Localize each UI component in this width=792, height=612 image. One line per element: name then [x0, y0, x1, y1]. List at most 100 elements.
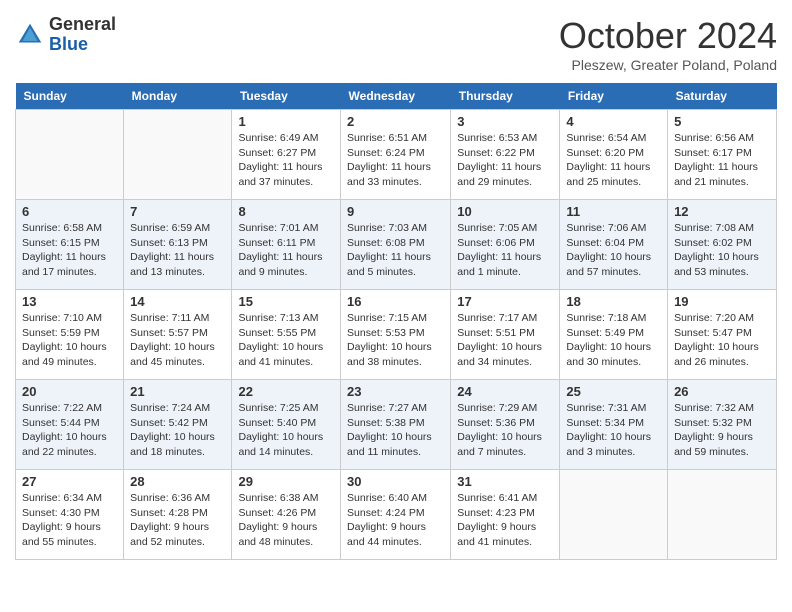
calendar-cell: 15 Sunrise: 7:13 AMSunset: 5:55 PMDayligh…: [232, 290, 341, 380]
day-info: Sunrise: 7:29 AMSunset: 5:36 PMDaylight:…: [457, 401, 553, 460]
calendar-week-row: 6Sunrise: 6:58 AMSunset: 6:15 PMDaylight…: [16, 200, 777, 290]
calendar-week-row: 27 Sunrise: 6:34 AMSunset: 4:30 PMDayligh…: [16, 470, 777, 560]
day-number: 31: [457, 474, 553, 489]
calendar-cell: 30Sunrise: 6:40 AMSunset: 4:24 PMDayligh…: [341, 470, 451, 560]
calendar-cell: 8Sunrise: 7:01 AMSunset: 6:11 PMDaylight…: [232, 200, 341, 290]
calendar-cell: 17Sunrise: 7:17 AMSunset: 5:51 PMDayligh…: [451, 290, 560, 380]
day-info: Sunrise: 6:49 AMSunset: 6:27 PMDaylight:…: [238, 131, 334, 190]
day-info: Sunrise: 7:08 AMSunset: 6:02 PMDaylight:…: [674, 221, 770, 280]
day-number: 24: [457, 384, 553, 399]
day-info: Sunrise: 7:32 AMSunset: 5:32 PMDaylight:…: [674, 401, 770, 460]
day-info: Sunrise: 7:13 AMSunset: 5:55 PMDaylight:…: [238, 311, 334, 370]
day-info: Sunrise: 6:54 AMSunset: 6:20 PMDaylight:…: [566, 131, 661, 190]
day-number: 15: [238, 294, 334, 309]
calendar-cell: 6Sunrise: 6:58 AMSunset: 6:15 PMDaylight…: [16, 200, 124, 290]
day-number: 25: [566, 384, 661, 399]
day-info: Sunrise: 7:03 AMSunset: 6:08 PMDaylight:…: [347, 221, 444, 280]
day-info: Sunrise: 7:22 AMSunset: 5:44 PMDaylight:…: [22, 401, 117, 460]
day-info: Sunrise: 6:38 AMSunset: 4:26 PMDaylight:…: [238, 491, 334, 550]
calendar-cell: 26 Sunrise: 7:32 AMSunset: 5:32 PMDayligh…: [668, 380, 777, 470]
calendar-cell: 23 Sunrise: 7:27 AMSunset: 5:38 PMDayligh…: [341, 380, 451, 470]
day-number: 10: [457, 204, 553, 219]
weekday-header-friday: Friday: [560, 83, 668, 110]
day-number: 26: [674, 384, 770, 399]
day-number: 1: [238, 114, 334, 129]
day-number: 19: [674, 294, 770, 309]
calendar-cell: 29Sunrise: 6:38 AMSunset: 4:26 PMDayligh…: [232, 470, 341, 560]
day-info: Sunrise: 6:34 AMSunset: 4:30 PMDaylight:…: [22, 491, 117, 550]
logo: General Blue: [15, 15, 116, 55]
day-info: Sunrise: 7:15 AMSunset: 5:53 PMDaylight:…: [347, 311, 444, 370]
calendar-cell: 19 Sunrise: 7:20 AMSunset: 5:47 PMDayligh…: [668, 290, 777, 380]
weekday-header-sunday: Sunday: [16, 83, 124, 110]
page-header: General Blue October 2024 Pleszew, Great…: [15, 15, 777, 73]
day-info: Sunrise: 7:31 AMSunset: 5:34 PMDaylight:…: [566, 401, 661, 460]
calendar-cell: 16 Sunrise: 7:15 AMSunset: 5:53 PMDayligh…: [341, 290, 451, 380]
day-number: 17: [457, 294, 553, 309]
calendar-week-row: 1 Sunrise: 6:49 AMSunset: 6:27 PMDaylight…: [16, 110, 777, 200]
day-info: Sunrise: 7:10 AMSunset: 5:59 PMDaylight:…: [22, 311, 117, 370]
day-info: Sunrise: 7:27 AMSunset: 5:38 PMDaylight:…: [347, 401, 444, 460]
day-number: 6: [22, 204, 117, 219]
weekday-header-wednesday: Wednesday: [341, 83, 451, 110]
calendar-cell: 13 Sunrise: 7:10 AMSunset: 5:59 PMDayligh…: [16, 290, 124, 380]
day-info: Sunrise: 7:24 AMSunset: 5:42 PMDaylight:…: [130, 401, 225, 460]
calendar-cell: 18Sunrise: 7:18 AMSunset: 5:49 PMDayligh…: [560, 290, 668, 380]
day-number: 16: [347, 294, 444, 309]
calendar-header: SundayMondayTuesdayWednesdayThursdayFrid…: [16, 83, 777, 110]
weekday-header-monday: Monday: [124, 83, 232, 110]
calendar-cell: [16, 110, 124, 200]
calendar-cell: 7Sunrise: 6:59 AMSunset: 6:13 PMDaylight…: [124, 200, 232, 290]
weekday-header-row: SundayMondayTuesdayWednesdayThursdayFrid…: [16, 83, 777, 110]
logo-blue-label: Blue: [49, 35, 116, 55]
title-section: October 2024 Pleszew, Greater Poland, Po…: [559, 15, 777, 73]
calendar-cell: 3Sunrise: 6:53 AMSunset: 6:22 PMDaylight…: [451, 110, 560, 200]
day-info: Sunrise: 7:20 AMSunset: 5:47 PMDaylight:…: [674, 311, 770, 370]
month-title: October 2024: [559, 15, 777, 57]
day-info: Sunrise: 7:18 AMSunset: 5:49 PMDaylight:…: [566, 311, 661, 370]
calendar-cell: 10 Sunrise: 7:05 AMSunset: 6:06 PMDayligh…: [451, 200, 560, 290]
calendar-cell: 4Sunrise: 6:54 AMSunset: 6:20 PMDaylight…: [560, 110, 668, 200]
day-info: Sunrise: 7:11 AMSunset: 5:57 PMDaylight:…: [130, 311, 225, 370]
weekday-header-saturday: Saturday: [668, 83, 777, 110]
calendar-cell: 20 Sunrise: 7:22 AMSunset: 5:44 PMDayligh…: [16, 380, 124, 470]
day-info: Sunrise: 7:05 AMSunset: 6:06 PMDaylight:…: [457, 221, 553, 280]
calendar-week-row: 13 Sunrise: 7:10 AMSunset: 5:59 PMDayligh…: [16, 290, 777, 380]
logo-icon: [15, 20, 45, 50]
day-number: 23: [347, 384, 444, 399]
day-number: 27: [22, 474, 117, 489]
calendar-cell: 22Sunrise: 7:25 AMSunset: 5:40 PMDayligh…: [232, 380, 341, 470]
calendar-cell: 21 Sunrise: 7:24 AMSunset: 5:42 PMDayligh…: [124, 380, 232, 470]
day-number: 22: [238, 384, 334, 399]
calendar-cell: 31 Sunrise: 6:41 AMSunset: 4:23 PMDayligh…: [451, 470, 560, 560]
day-number: 7: [130, 204, 225, 219]
logo-general-label: General: [49, 15, 116, 35]
day-info: Sunrise: 6:36 AMSunset: 4:28 PMDaylight:…: [130, 491, 225, 550]
day-number: 21: [130, 384, 225, 399]
day-info: Sunrise: 6:41 AMSunset: 4:23 PMDaylight:…: [457, 491, 553, 550]
day-info: Sunrise: 6:53 AMSunset: 6:22 PMDaylight:…: [457, 131, 553, 190]
day-number: 13: [22, 294, 117, 309]
calendar-cell: 5 Sunrise: 6:56 AMSunset: 6:17 PMDaylight…: [668, 110, 777, 200]
calendar-cell: 14Sunrise: 7:11 AMSunset: 5:57 PMDayligh…: [124, 290, 232, 380]
logo-text: General Blue: [49, 15, 116, 55]
day-info: Sunrise: 6:56 AMSunset: 6:17 PMDaylight:…: [674, 131, 770, 190]
weekday-header-thursday: Thursday: [451, 83, 560, 110]
calendar-cell: 25 Sunrise: 7:31 AMSunset: 5:34 PMDayligh…: [560, 380, 668, 470]
location-label: Pleszew, Greater Poland, Poland: [559, 57, 777, 73]
calendar-week-row: 20 Sunrise: 7:22 AMSunset: 5:44 PMDayligh…: [16, 380, 777, 470]
calendar-cell: 12 Sunrise: 7:08 AMSunset: 6:02 PMDayligh…: [668, 200, 777, 290]
calendar-cell: 24 Sunrise: 7:29 AMSunset: 5:36 PMDayligh…: [451, 380, 560, 470]
day-number: 8: [238, 204, 334, 219]
calendar-cell: 1 Sunrise: 6:49 AMSunset: 6:27 PMDaylight…: [232, 110, 341, 200]
day-number: 20: [22, 384, 117, 399]
calendar-body: 1 Sunrise: 6:49 AMSunset: 6:27 PMDaylight…: [16, 110, 777, 560]
day-number: 5: [674, 114, 770, 129]
calendar-cell: 2Sunrise: 6:51 AMSunset: 6:24 PMDaylight…: [341, 110, 451, 200]
calendar-table: SundayMondayTuesdayWednesdayThursdayFrid…: [15, 83, 777, 560]
day-info: Sunrise: 7:06 AMSunset: 6:04 PMDaylight:…: [566, 221, 661, 280]
day-info: Sunrise: 6:40 AMSunset: 4:24 PMDaylight:…: [347, 491, 444, 550]
calendar-cell: 9Sunrise: 7:03 AMSunset: 6:08 PMDaylight…: [341, 200, 451, 290]
calendar-cell: [124, 110, 232, 200]
day-number: 12: [674, 204, 770, 219]
